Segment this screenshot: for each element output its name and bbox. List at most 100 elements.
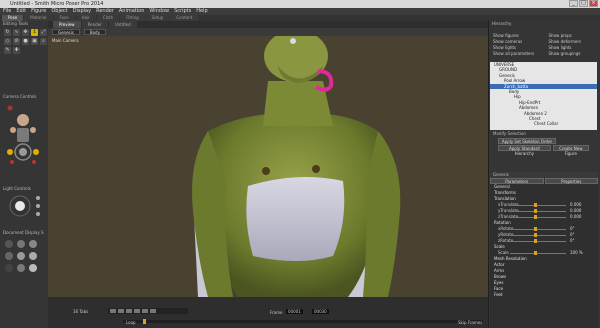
apply-skeleton-button[interactable]: Apply Set Skeleton Order — [498, 138, 556, 144]
create-light-icon[interactable] — [36, 196, 40, 200]
menu-item[interactable]: Object — [51, 8, 67, 15]
twist-tool-icon[interactable]: ∿ — [13, 29, 20, 36]
figure-dropdown[interactable]: Genesis — [52, 29, 80, 35]
color-tool-icon[interactable]: ● — [22, 38, 29, 45]
maximize-icon[interactable]: □ — [579, 0, 588, 7]
light-sphere-icon[interactable] — [15, 201, 25, 211]
viewport-tabs: Preview Render Untitled — [48, 21, 488, 28]
move-xz-icon[interactable] — [7, 149, 13, 155]
body-camera-icon[interactable] — [17, 128, 29, 142]
parameter-slider[interactable] — [510, 235, 566, 236]
tree-item[interactable]: Chest Collar — [490, 121, 597, 126]
light-properties-icon[interactable] — [36, 204, 40, 208]
menu-item[interactable]: Help — [196, 8, 207, 15]
slider-knob[interactable] — [534, 251, 537, 255]
play-icon[interactable] — [126, 309, 132, 313]
scale-tool-icon[interactable]: ⤢ — [40, 29, 47, 36]
skip-frames-label[interactable]: Skip Frames — [458, 320, 482, 325]
frame-total[interactable]: 00030 — [312, 309, 329, 314]
play-end-icon[interactable] — [150, 309, 156, 313]
parameter-slider[interactable] — [510, 217, 566, 218]
grouping-tool-icon[interactable]: ▣ — [31, 38, 38, 45]
parameter-name: Actor — [494, 262, 505, 267]
display-style-icon[interactable] — [29, 264, 37, 272]
display-style-icon[interactable] — [5, 240, 13, 248]
menu-item[interactable]: Render — [96, 8, 114, 15]
left-hand-camera-icon[interactable] — [10, 127, 16, 133]
slider-knob[interactable] — [534, 215, 537, 219]
display-style-icon[interactable] — [29, 252, 37, 260]
tab-viewport[interactable]: Preview — [53, 21, 81, 28]
parameter-name: Eyes — [494, 280, 504, 285]
tab-viewport[interactable]: Render — [81, 21, 108, 28]
taper-tool-icon[interactable]: ◇ — [4, 38, 11, 45]
light-controls-widget[interactable] — [0, 192, 48, 222]
apply-hierarchy-button[interactable]: Apply Standard Hierarchy — [498, 145, 551, 156]
translate-in-out-icon[interactable]: ↕ — [31, 29, 38, 36]
focal-camera-icon[interactable] — [32, 160, 36, 164]
viewport[interactable] — [48, 21, 488, 297]
play-back-icon[interactable] — [118, 309, 124, 313]
scale-camera-icon[interactable] — [10, 160, 14, 164]
parameter-name: Scale — [498, 250, 509, 255]
hierarchy-tree[interactable]: UNIVERSE GROUND Genesis Pool Arrow Zorch_bat… — [490, 62, 597, 130]
checkbox-option[interactable]: Show all parameters — [489, 51, 545, 57]
viewport-toolbar: Genesis Body — [48, 28, 488, 36]
parameter-name: Face — [494, 286, 504, 291]
tab-viewport[interactable]: Untitled — [108, 21, 137, 28]
parameter-name: Rotation — [494, 220, 511, 225]
menu-item[interactable]: Figure — [31, 8, 46, 15]
display-style-icon[interactable] — [29, 240, 37, 248]
parameter-slider[interactable] — [510, 205, 566, 206]
display-styles-grid[interactable] — [0, 236, 48, 286]
timeline-scrubber[interactable] — [123, 320, 483, 323]
loop-label[interactable]: Loop — [126, 320, 136, 325]
play-start-icon[interactable] — [110, 309, 116, 313]
display-style-icon[interactable] — [17, 240, 25, 248]
display-style-icon[interactable] — [17, 264, 25, 272]
slider-knob[interactable] — [534, 227, 537, 231]
camera-controls-widget[interactable] — [0, 100, 48, 172]
menu-item[interactable]: File — [3, 8, 11, 15]
display-style-icon[interactable] — [17, 252, 25, 260]
menu-item[interactable]: Display — [73, 8, 91, 15]
slider-knob[interactable] — [534, 203, 537, 207]
part-dropdown[interactable]: Body — [83, 29, 106, 35]
direct-manipulation-icon[interactable]: ✚ — [13, 47, 20, 54]
create-figure-button[interactable]: Create New Figure — [552, 145, 589, 156]
menu-item[interactable]: Window — [149, 8, 169, 15]
delete-light-icon[interactable] — [36, 212, 40, 216]
slider-knob[interactable] — [534, 233, 537, 237]
figure-head[interactable] — [264, 30, 328, 82]
display-style-icon[interactable] — [5, 252, 13, 260]
display-style-icon[interactable] — [5, 264, 13, 272]
morphing-tool-icon[interactable]: ✎ — [4, 47, 11, 54]
move-xy-icon[interactable] — [33, 149, 39, 155]
parameter-slider[interactable] — [510, 229, 566, 230]
parameter-row[interactable]: Feet — [490, 292, 598, 298]
menu-item[interactable]: Animation — [119, 8, 145, 15]
view-magnifier-icon[interactable]: ⌕ — [40, 38, 47, 45]
parameter-slider[interactable] — [510, 253, 566, 254]
translate-tool-icon[interactable]: ✥ — [22, 29, 29, 36]
slider-knob[interactable] — [534, 239, 537, 243]
menu-item[interactable]: Edit — [16, 8, 26, 15]
play-forward-icon[interactable] — [142, 309, 148, 313]
checkbox-option[interactable]: Show groupings — [545, 51, 600, 57]
parameter-slider[interactable] — [510, 241, 566, 242]
stop-icon[interactable] — [134, 309, 140, 313]
minimize-icon[interactable]: _ — [569, 0, 578, 7]
slider-knob[interactable] — [534, 209, 537, 213]
parameter-name: Brows — [494, 274, 507, 279]
frame-value[interactable]: 00001 — [286, 309, 303, 314]
parameter-slider[interactable] — [510, 211, 566, 212]
chain-break-icon[interactable]: ⊘ — [13, 38, 20, 45]
close-icon[interactable]: × — [589, 0, 598, 7]
face-camera-icon[interactable] — [17, 114, 29, 126]
right-hand-camera-icon[interactable] — [30, 127, 36, 133]
camera-label: Main Camera — [52, 38, 79, 43]
timeline-handle[interactable] — [143, 319, 146, 324]
menu-item[interactable]: Scripts — [174, 8, 191, 15]
figure-render[interactable] — [48, 21, 488, 297]
rotate-tool-icon[interactable]: ↻ — [4, 29, 11, 36]
